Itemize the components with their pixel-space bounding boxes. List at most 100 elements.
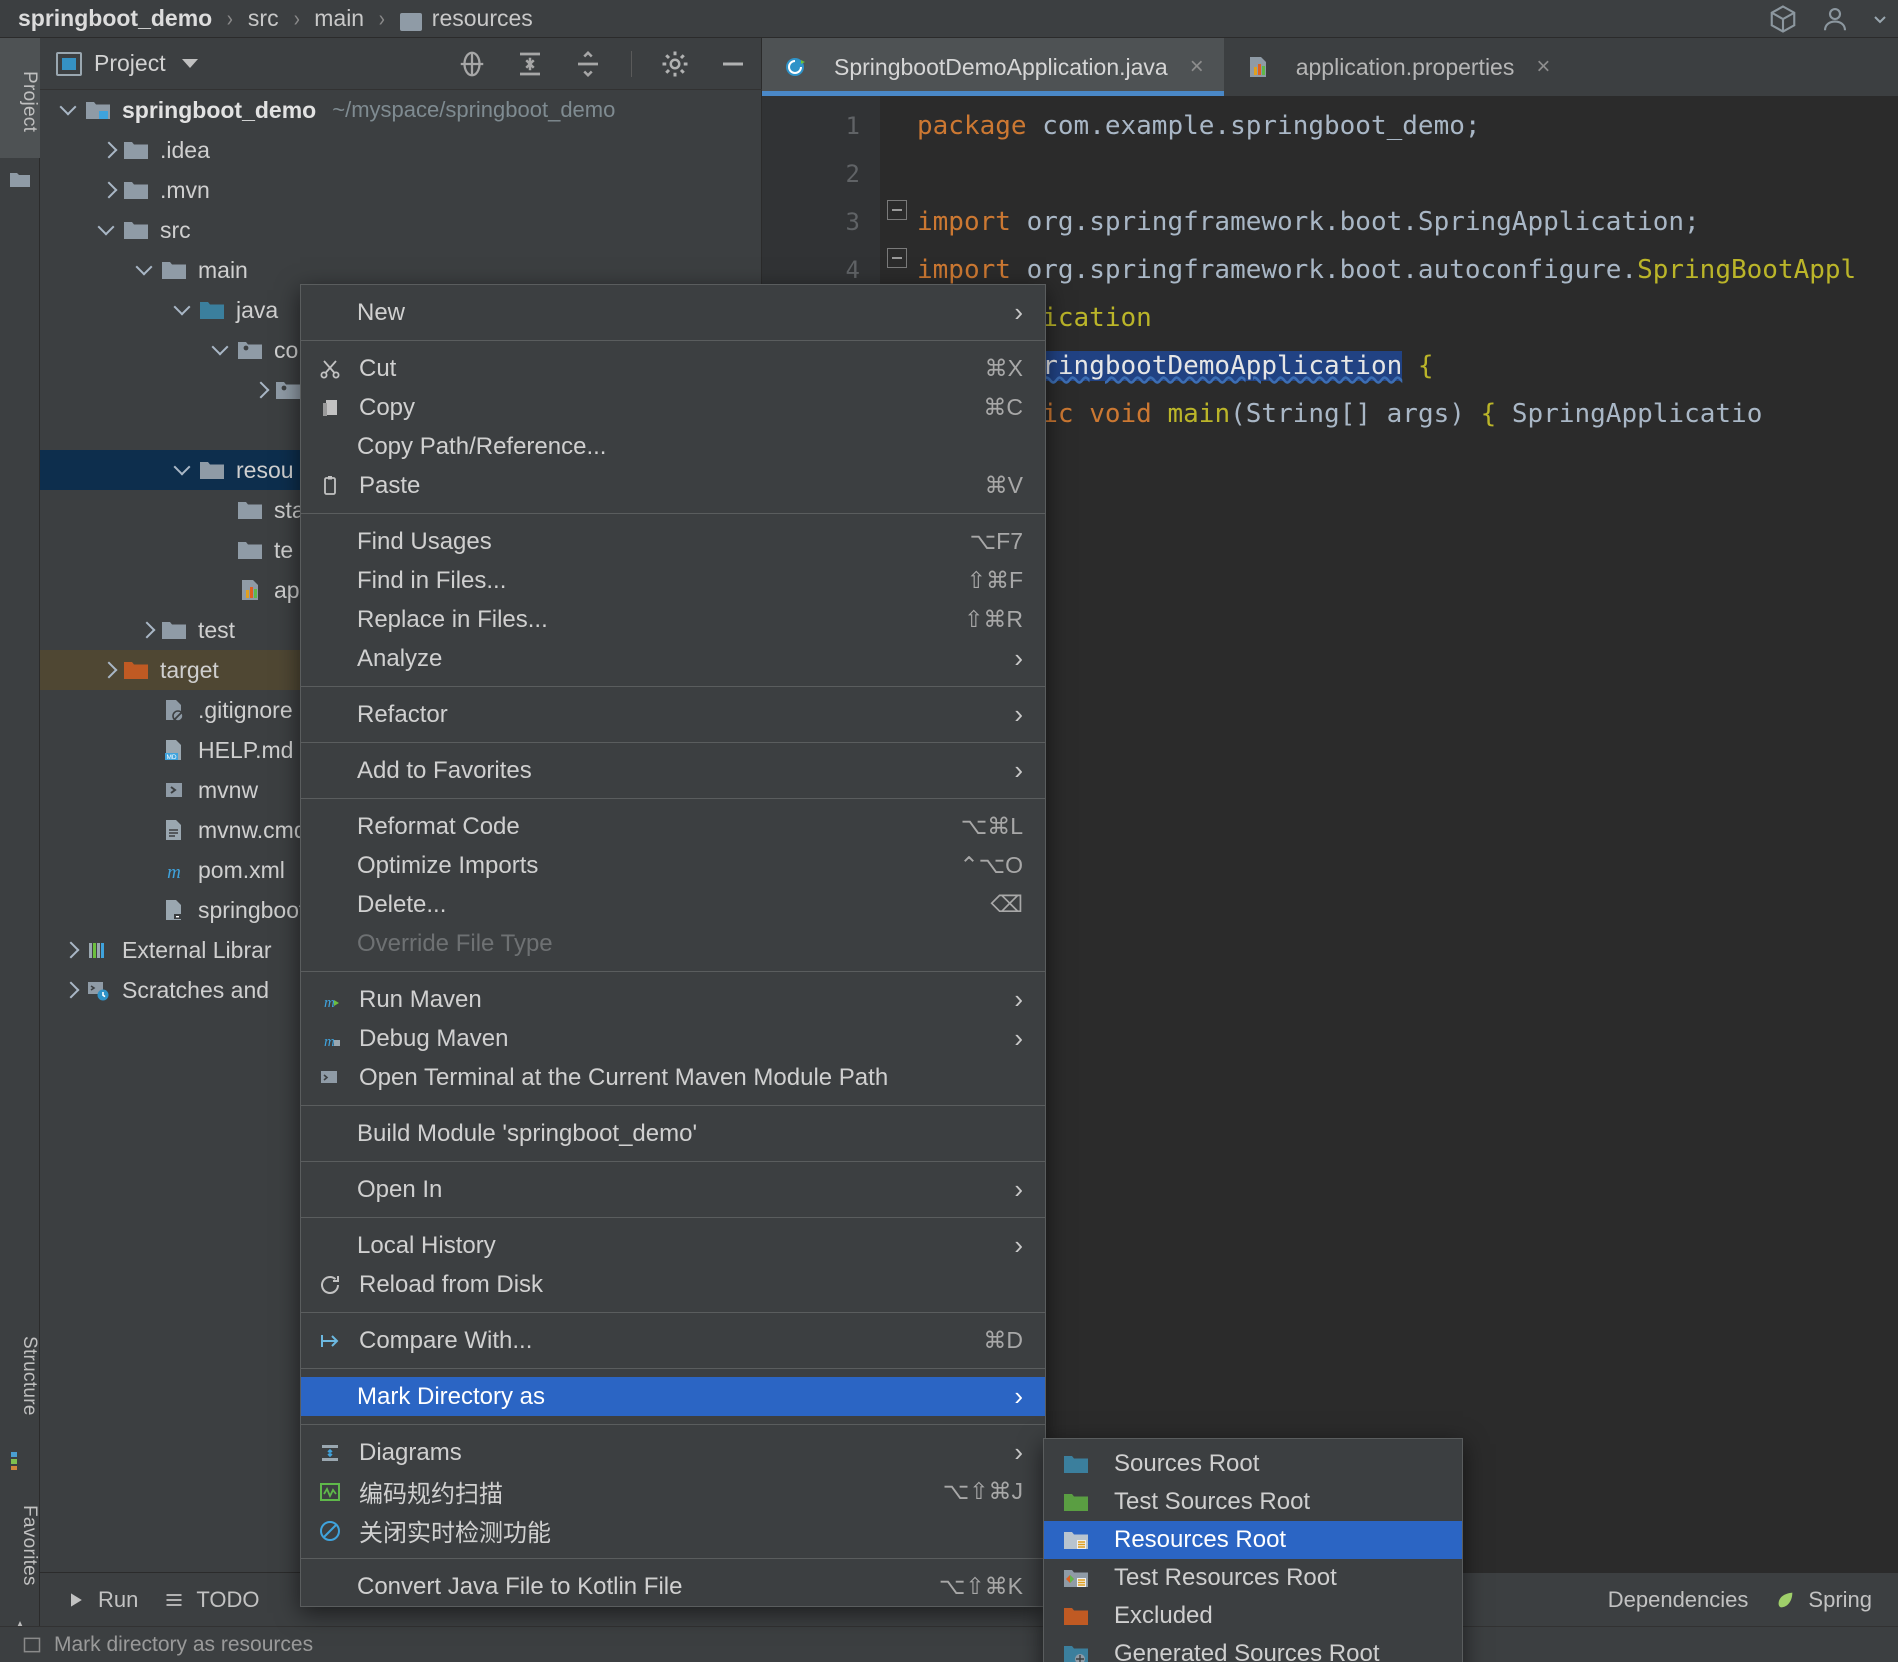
chevron-down-icon[interactable] <box>210 337 236 363</box>
menu-item-shortcut: ⌘D <box>983 1327 1023 1353</box>
chevron-right-icon[interactable] <box>58 937 84 963</box>
breadcrumb-item-src[interactable]: src <box>248 5 279 32</box>
breadcrumb-item-resources[interactable]: resources <box>432 5 533 32</box>
tree-node-src[interactable]: src <box>40 210 762 250</box>
expand-all-icon[interactable] <box>515 49 545 79</box>
fold-marker-icon[interactable] <box>887 200 907 220</box>
context-menu[interactable]: New › Cut ⌘X Copy ⌘C Copy Path/Reference... Pas… <box>300 284 1046 1607</box>
menu-item-copy-path-reference[interactable]: Copy Path/Reference... <box>301 427 1045 466</box>
menu-separator <box>301 1558 1045 1559</box>
status-bar: Mark directory as resources <box>0 1626 1898 1662</box>
menu-item-refactor[interactable]: Refactor › <box>301 695 1045 734</box>
breadcrumb-item-main[interactable]: main <box>314 5 364 32</box>
chevron-right-icon[interactable] <box>96 177 122 203</box>
fold-marker-icon[interactable] <box>887 248 907 268</box>
menu-item-debug-maven[interactable]: m Debug Maven › <box>301 1019 1045 1058</box>
menu-item-label: Cut <box>359 354 397 382</box>
breadcrumb-separator-icon: › <box>378 5 386 31</box>
menu-item-paste[interactable]: Paste ⌘V <box>301 466 1045 505</box>
menu-item-delete[interactable]: Delete... ⌫ <box>301 885 1045 924</box>
submenu-item-generated-sources-root[interactable]: Generated Sources Root <box>1044 1635 1462 1662</box>
gear-icon[interactable] <box>660 49 690 79</box>
menu-item-diagrams[interactable]: Diagrams › <box>301 1433 1045 1472</box>
menu-item-reformat-code[interactable]: Reformat Code ⌥⌘L <box>301 807 1045 846</box>
chevron-down-icon[interactable] <box>181 59 198 68</box>
submenu-item-resources-root[interactable]: Resources Root <box>1044 1521 1462 1559</box>
menu-item-local-history[interactable]: Local History › <box>301 1226 1045 1265</box>
user-account-icon[interactable] <box>1820 4 1850 34</box>
bottom-item-run[interactable]: Run <box>66 1587 138 1613</box>
sidebar-item-structure[interactable]: Structure <box>0 1308 40 1443</box>
structure-icon[interactable] <box>8 1448 32 1472</box>
menu-item-find-in-files[interactable]: Find in Files... ⇧⌘F <box>301 561 1045 600</box>
bottom-item-label: Run <box>98 1586 139 1612</box>
menu-item-replace-in-files[interactable]: Replace in Files... ⇧⌘R <box>301 600 1045 639</box>
menu-item-compare-with[interactable]: Compare With... ⌘D <box>301 1321 1045 1360</box>
submenu-item-label: Generated Sources Root <box>1114 1640 1380 1662</box>
menu-item-open-terminal-at-the-current-maven-module-path[interactable]: Open Terminal at the Current Maven Modul… <box>301 1058 1045 1097</box>
menu-item-cut[interactable]: Cut ⌘X <box>301 349 1045 388</box>
bottom-item-spring[interactable]: Spring <box>1774 1587 1872 1613</box>
tree-node--mvn[interactable]: .mvn <box>40 170 762 210</box>
chevron-right-icon[interactable] <box>134 617 160 643</box>
menu-item-label: Compare With... <box>359 1326 533 1354</box>
editor-tab-label: application.properties <box>1295 53 1515 80</box>
folder-icon[interactable] <box>8 168 32 192</box>
menu-item-reload-from-disk[interactable]: Reload from Disk <box>301 1265 1045 1304</box>
module-folder-icon <box>86 102 110 119</box>
chevron-down-icon[interactable] <box>134 257 160 283</box>
close-icon[interactable]: × <box>1190 53 1204 81</box>
tree-node-label: mvnw.cmd <box>198 816 307 843</box>
chevron-down-icon[interactable] <box>58 97 84 123</box>
chevron-down-icon[interactable] <box>96 217 122 243</box>
tree-node-label: mvnw <box>198 776 259 803</box>
hide-icon[interactable] <box>718 49 748 79</box>
menu-item-new[interactable]: New › <box>301 293 1045 332</box>
sidebar-item-favorites[interactable]: Favorites <box>0 1478 40 1613</box>
submenu-item-test-sources-root[interactable]: Test Sources Root <box>1044 1483 1462 1521</box>
menu-item-run-maven[interactable]: m Run Maven › <box>301 980 1045 1019</box>
chevron-right-icon[interactable] <box>248 377 274 403</box>
chevron-right-icon[interactable] <box>96 657 122 683</box>
breadcrumb-item-project[interactable]: springboot_demo <box>18 5 212 32</box>
menu-item-关闭实时检测功能[interactable]: 关闭实时检测功能 <box>301 1511 1045 1550</box>
chevron-right-icon[interactable] <box>96 137 122 163</box>
editor-tab-springbootdemoapplication[interactable]: SpringbootDemoApplication.java × <box>762 38 1224 96</box>
bottom-item-todo[interactable]: TODO <box>164 1587 260 1613</box>
folder-icon <box>200 462 224 479</box>
line-number: 2 <box>845 160 860 188</box>
submenu-item-excluded[interactable]: Excluded <box>1044 1597 1462 1635</box>
menu-separator <box>301 1161 1045 1162</box>
close-icon[interactable]: × <box>1536 53 1550 81</box>
menu-item-add-to-favorites[interactable]: Add to Favorites › <box>301 751 1045 790</box>
gitignore-file-icon <box>166 700 184 722</box>
menu-separator <box>301 1368 1045 1369</box>
menu-item-copy[interactable]: Copy ⌘C <box>301 388 1045 427</box>
menu-item-label: Reformat Code <box>357 812 520 840</box>
chevron-down-icon[interactable] <box>1872 11 1888 27</box>
locate-icon[interactable] <box>457 49 487 79</box>
chevron-down-icon[interactable] <box>172 457 198 483</box>
tree-node-springboot-demo[interactable]: springboot_demo ~/myspace/springboot_demo <box>40 90 762 130</box>
submenu-item-sources-root[interactable]: Sources Root <box>1044 1445 1462 1483</box>
sidebar-item-project[interactable]: Project <box>0 38 40 158</box>
project-structure-icon[interactable] <box>1768 4 1798 34</box>
tree-node--idea[interactable]: .idea <box>40 130 762 170</box>
menu-item-build-module-springboot-demo[interactable]: Build Module 'springboot_demo' <box>301 1114 1045 1153</box>
submenu-item-test-resources-root[interactable]: Test Resources Root <box>1044 1559 1462 1597</box>
editor-tab-application[interactable]: application.properties × <box>1224 38 1571 96</box>
menu-item-convert-java-file-to-kotlin-file[interactable]: Convert Java File to Kotlin File ⌥⇧⌘K <box>301 1567 1045 1606</box>
chevron-right-icon[interactable] <box>58 977 84 1003</box>
menu-item-mark-directory-as[interactable]: Mark Directory as › <box>301 1377 1045 1416</box>
menu-item-analyze[interactable]: Analyze › <box>301 639 1045 678</box>
mark-directory-as-submenu[interactable]: Sources Root Test Sources Root Resources R… <box>1043 1438 1463 1662</box>
tree-node-label: .mvn <box>160 176 210 203</box>
menu-item-optimize-imports[interactable]: Optimize Imports ⌃⌥O <box>301 846 1045 885</box>
chevron-right-icon: › <box>1014 1437 1023 1468</box>
menu-item-find-usages[interactable]: Find Usages ⌥F7 <box>301 522 1045 561</box>
menu-item-open-in[interactable]: Open In › <box>301 1170 1045 1209</box>
collapse-all-icon[interactable] <box>573 49 603 79</box>
chevron-down-icon[interactable] <box>172 297 198 323</box>
bottom-item-dependencies[interactable]: Dependencies <box>1608 1587 1749 1613</box>
menu-item-编码规约扫描[interactable]: 编码规约扫描 ⌥⇧⌘J <box>301 1472 1045 1511</box>
